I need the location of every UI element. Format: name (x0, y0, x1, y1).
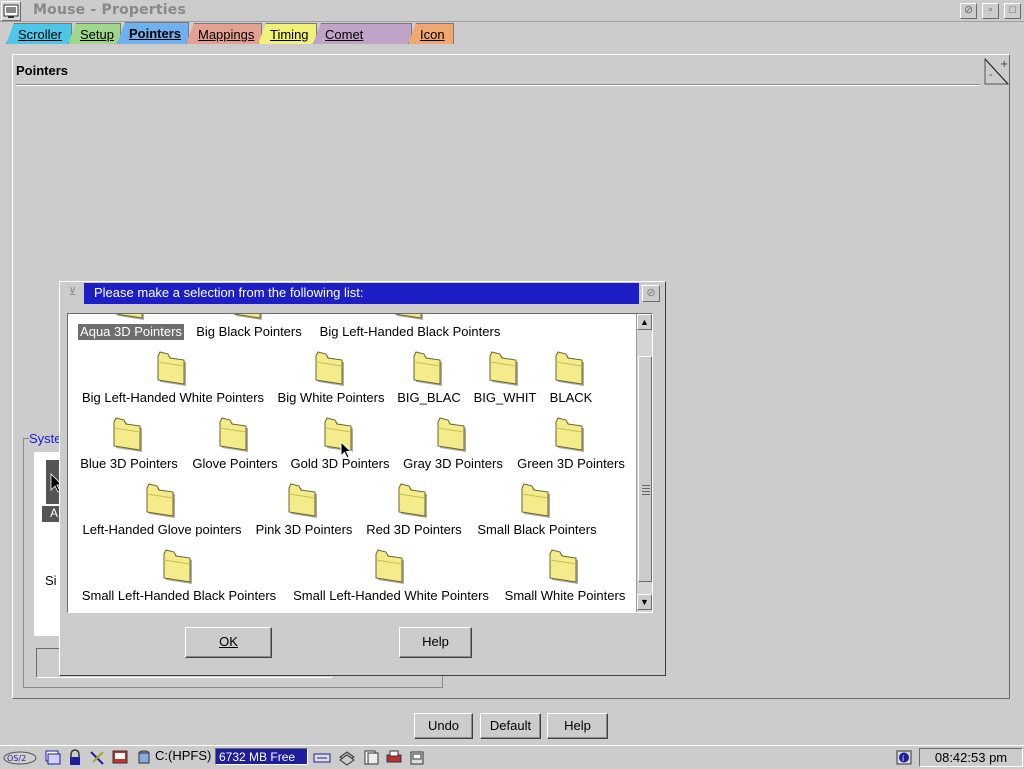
tab-comet-cursor[interactable]: Comet Cursor (313, 23, 412, 44)
restore-icon: ▫ (988, 4, 993, 16)
folder-icon (79, 546, 279, 586)
folder-icon (471, 414, 652, 454)
lock-icon[interactable] (66, 749, 84, 766)
dialog-title[interactable]: Please make a selection from the followi… (84, 283, 639, 304)
page-divider (16, 84, 980, 86)
list-item-label: Small Left-Handed Black Pointers (81, 588, 277, 603)
svg-text:+: + (1000, 59, 1008, 70)
ok-label: OK (219, 634, 238, 649)
tab-scroller[interactable]: Scroller (6, 23, 72, 44)
shredder-icon[interactable] (408, 749, 426, 766)
list-item[interactable]: Small Left-Handed White Pointers (291, 546, 491, 604)
tab-mappings[interactable]: Mappings (186, 23, 262, 44)
grip-icon (642, 485, 650, 495)
hide-icon: ⊘ (963, 4, 974, 16)
dialog-help-button[interactable]: Help (399, 627, 472, 658)
tab-timing[interactable]: Timing (258, 23, 317, 44)
close-icon: ⊘ (646, 287, 656, 299)
list-item-label: BLACK (549, 390, 593, 405)
drive-label: C:(HPFS) (155, 748, 212, 763)
folder-icon (465, 546, 652, 586)
free-space-display: 6732 MB Free (215, 748, 308, 765)
scroll-up-button[interactable]: ▲ (637, 314, 652, 330)
list-item[interactable]: BLACK (471, 348, 652, 406)
down-arrow-icon: ▼ (640, 597, 649, 607)
drive-icon[interactable] (135, 749, 153, 766)
list-item-label: Green 3D Pointers (517, 456, 625, 471)
tab-label: Mappings (198, 27, 255, 42)
svg-text:-: - (989, 70, 993, 81)
help-button[interactable]: Help (547, 713, 608, 739)
page-title: Pointers (16, 63, 69, 78)
tab-icon[interactable]: Icon (408, 23, 454, 44)
documents-icon[interactable] (362, 749, 380, 766)
list-item-label: Small Left-Handed White Pointers (293, 588, 489, 603)
tab-label: Icon (420, 27, 445, 42)
list-item[interactable]: Small Left-Handed Black Pointers (79, 546, 279, 604)
help-icon[interactable]: i (895, 749, 913, 766)
default-button[interactable]: Default (480, 713, 541, 739)
os2-logo-icon[interactable]: OS/2 (2, 749, 38, 766)
pointer-set-list[interactable]: Aqua 3D Pointers Big Black Pointers Big Le… (67, 313, 653, 613)
undo-label: Undo (427, 718, 460, 733)
restore-button[interactable]: ▫ (982, 3, 999, 19)
taskbar (0, 745, 1024, 768)
dialog-help-label: Help (422, 634, 449, 649)
window-title: Mouse - Properties (33, 2, 187, 18)
svg-text:i: i (902, 754, 904, 763)
page-turn-dogear-icon[interactable]: + - (984, 57, 1010, 85)
tab-label: Setup (80, 27, 114, 42)
tab-label: Timing (270, 27, 309, 42)
list-item[interactable]: Small Black Pointers (437, 480, 637, 538)
maximize-button[interactable]: □ (1004, 3, 1021, 19)
folder-icon (471, 348, 652, 388)
printer-icon[interactable] (385, 749, 403, 766)
ok-button[interactable]: OK (185, 627, 272, 658)
system-menu-icon[interactable] (1, 1, 21, 21)
window-list-icon[interactable] (43, 749, 61, 766)
list-item-label: Small Black Pointers (477, 522, 597, 537)
system-setup-icon[interactable] (111, 749, 129, 766)
list-scrollbar[interactable]: ▲ ▼ (636, 314, 652, 612)
size-label: Si (45, 573, 57, 588)
hide-button[interactable]: ⊘ (960, 3, 977, 19)
default-label: Default (489, 718, 532, 733)
list-item[interactable]: Big Left-Handed Black Pointers (310, 314, 510, 340)
dialog-system-menu-icon[interactable]: ⊻ (64, 285, 81, 302)
folder-icon (437, 480, 637, 520)
tools-icon[interactable] (88, 749, 106, 766)
clock: 08:42:53 pm (919, 748, 1023, 767)
list-item-label: Big Left-Handed Black Pointers (319, 324, 501, 339)
svg-text:OS/2: OS/2 (7, 754, 26, 763)
list-item-label: Big Black Pointers (196, 324, 302, 339)
up-arrow-icon: ▲ (640, 317, 649, 327)
list-item[interactable]: Green 3D Pointers (471, 414, 652, 472)
tab-setup[interactable]: Setup (68, 23, 121, 44)
tab-label: Comet Cursor (325, 27, 365, 57)
keyboard-icon[interactable] (313, 749, 331, 766)
tab-label: Pointers (129, 26, 182, 41)
dialog-close-button[interactable]: ⊘ (642, 285, 660, 302)
maximize-icon: □ (1009, 4, 1016, 16)
help-label: Help (564, 718, 591, 733)
network-icon[interactable] (338, 749, 356, 766)
tab-label: Scroller (18, 27, 63, 42)
tab-pointers[interactable]: Pointers (117, 22, 189, 44)
folder-icon (310, 314, 510, 322)
list-item[interactable]: Small White Pointers (465, 546, 652, 604)
scroll-down-button[interactable]: ▼ (637, 594, 652, 610)
list-item-label: Small White Pointers (504, 588, 626, 603)
folder-icon (291, 546, 491, 586)
scroll-thumb[interactable] (638, 356, 652, 582)
undo-button[interactable]: Undo (414, 713, 473, 739)
mouse-cursor-icon (340, 440, 354, 461)
